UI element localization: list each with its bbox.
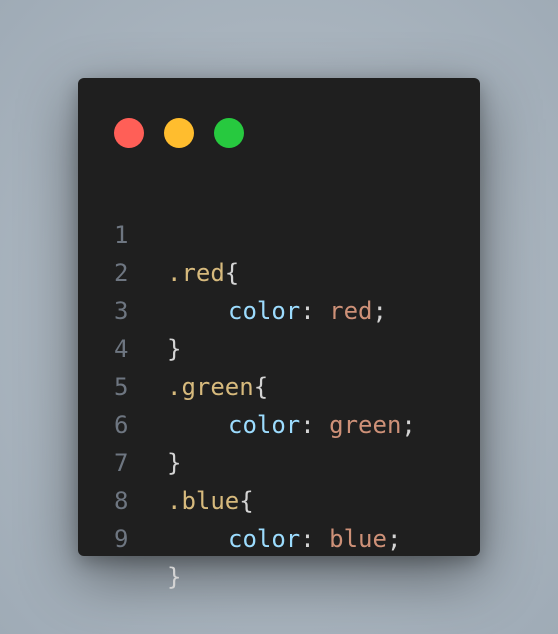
code-line: 1 .red{ [78,178,480,287]
maximize-dot-icon[interactable] [214,118,244,148]
close-dot-icon[interactable] [114,118,144,148]
code-block: 1 .red{ 2 color: red; 3 } 4 .green{ 5 co… [78,178,480,591]
code-line: 5 color: green; [78,330,480,439]
css-value: blue [329,525,387,553]
code-window: 1 .red{ 2 color: red; 3 } 4 .green{ 5 co… [78,78,480,591]
code-line: 9 } [78,482,480,591]
code-line: 7 .blue{ [78,406,480,515]
minimize-dot-icon[interactable] [164,118,194,148]
css-property: color [228,525,301,553]
code-line: 2 color: red; [78,216,480,325]
line-number: 9 [114,525,129,553]
colon: : [300,525,315,553]
code-line: 4 .green{ [78,292,480,401]
semicolon: ; [386,525,402,553]
code-line: 8 color: blue; [78,444,480,553]
window-controls [114,118,244,148]
code-line: 6 } [78,368,480,477]
close-brace: } [167,563,182,591]
code-line: 3 } [78,254,480,363]
